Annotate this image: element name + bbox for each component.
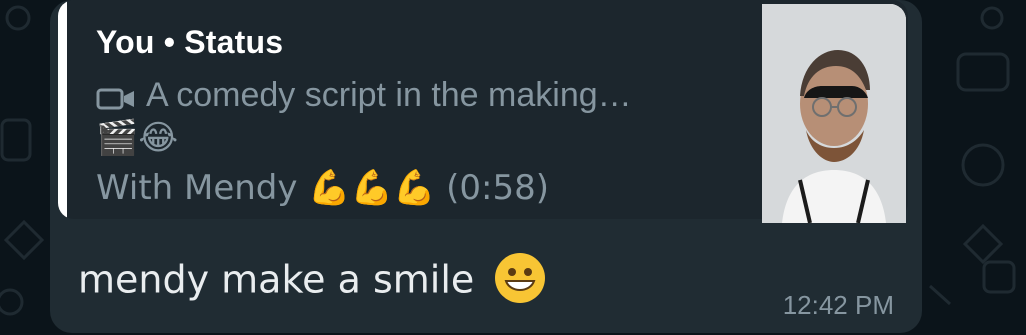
quote-author: You • Status [96,24,284,60]
message-timestamp: 12:42 PM [782,290,894,320]
quote-accent-bar [58,0,67,219]
quote-line-1: A comedy script in the making… [146,76,632,114]
quote-line-3: With Mendy 💪💪💪 (0:58) [96,168,550,208]
status-thumbnail[interactable] [762,4,906,223]
message-body: mendy make a smile [78,257,475,302]
message-text: mendy make a smile [78,253,548,310]
video-camera-icon [96,88,134,110]
grinning-face-emoji [492,250,548,306]
quote-line-2: 🎬😂 [96,118,179,158]
